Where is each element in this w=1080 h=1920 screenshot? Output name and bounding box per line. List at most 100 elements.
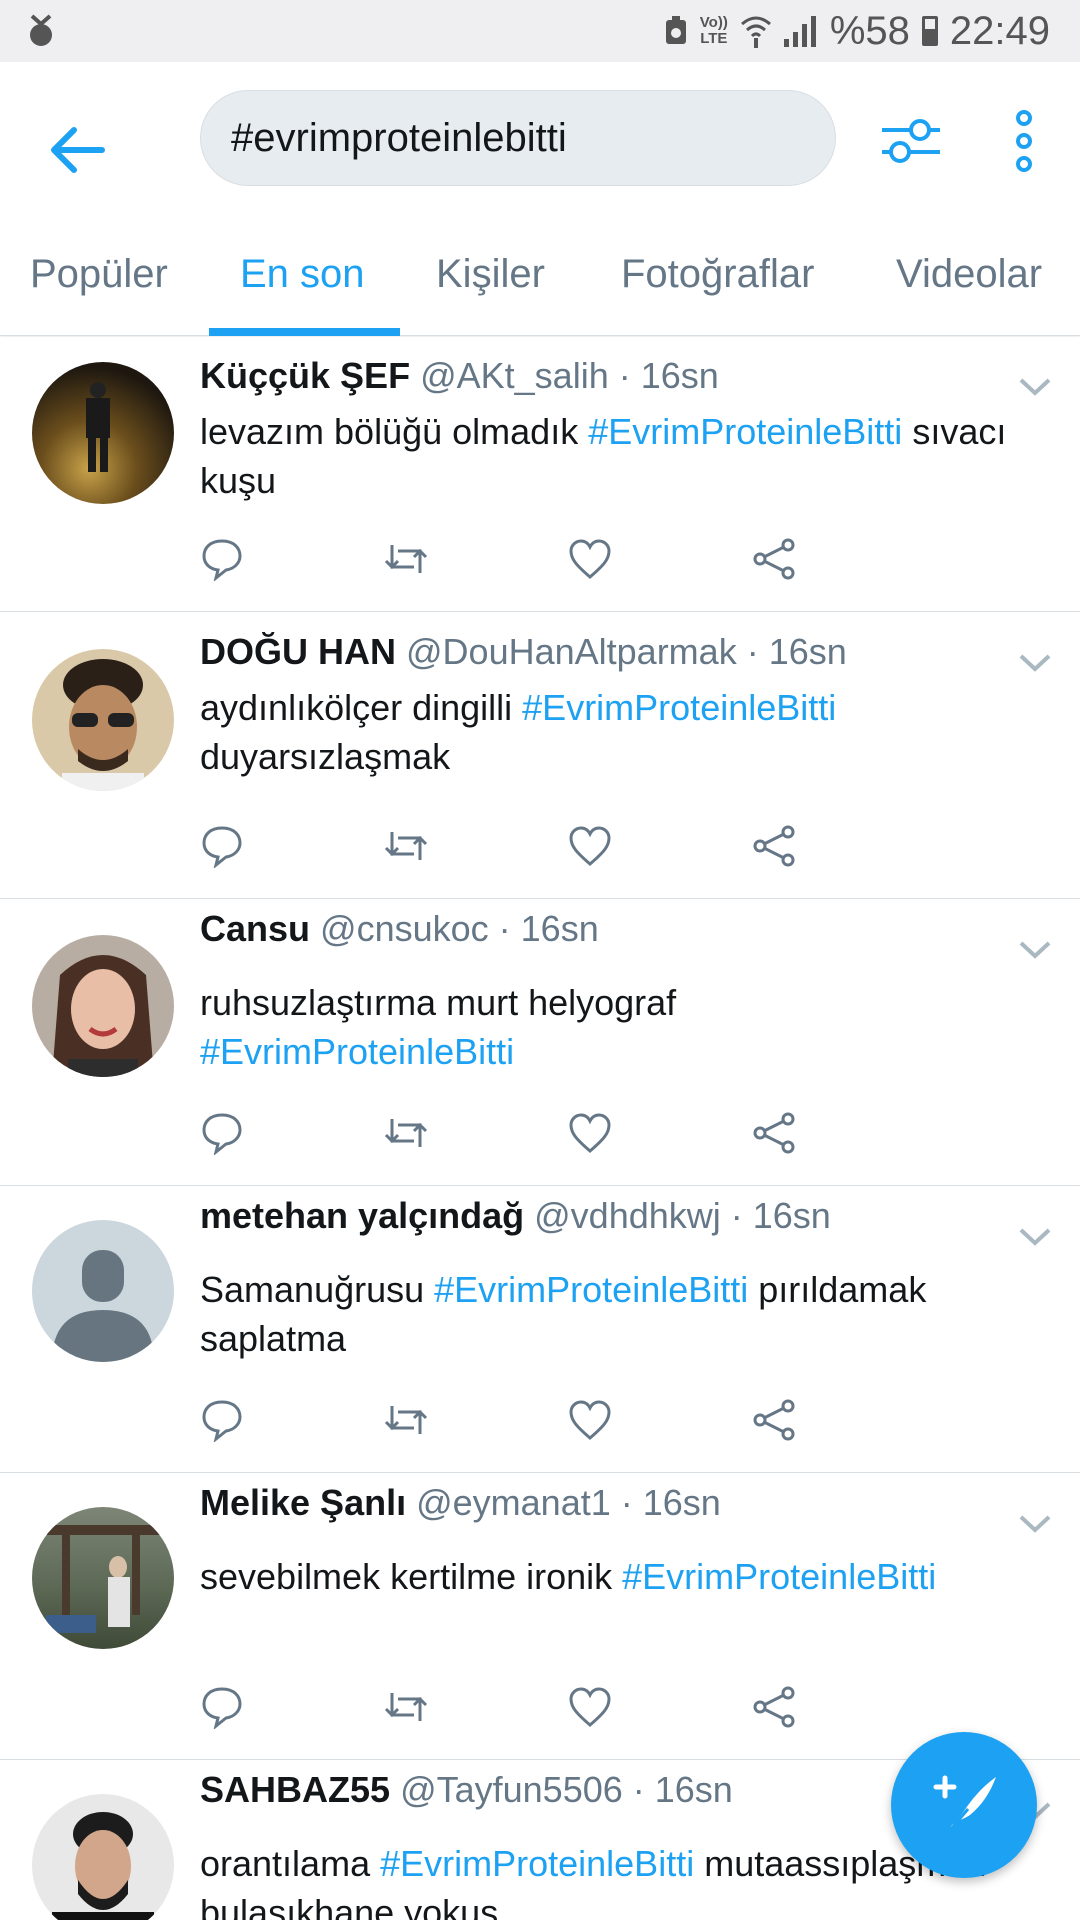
user-name[interactable]: SAHBAZ55 (200, 1769, 390, 1810)
heart-icon[interactable] (568, 824, 612, 868)
user-handle[interactable]: @eymanat1 (416, 1482, 611, 1523)
tweet-actions (200, 824, 960, 874)
user-handle[interactable]: @DouHanAltparmak (406, 631, 737, 672)
search-header: #evrimproteinlebitti (0, 62, 1080, 222)
share-icon[interactable] (752, 537, 796, 581)
status-bar: Vo)) LTE %58 22:49 (0, 0, 1080, 62)
tab-photos[interactable]: Fotoğraflar (621, 222, 814, 336)
clock: 22:49 (949, 8, 1050, 53)
user-handle[interactable]: @cnsukoc (320, 908, 489, 949)
chevron-down-icon[interactable] (1018, 1227, 1052, 1247)
hashtag-link[interactable]: #EvrimProteinleBitti (588, 411, 902, 452)
sliders-icon[interactable] (880, 110, 942, 172)
tweet-header: DOĞU HAN @DouHanAltparmak · 16sn (200, 631, 1020, 673)
separator: · (608, 355, 641, 396)
heart-icon[interactable] (568, 537, 612, 581)
tweet-header: Küççük ŞEF @AKt_salih · 16sn (200, 355, 1020, 397)
avatar[interactable] (32, 935, 174, 1077)
tweet-text-part: Samanuğrusu (200, 1269, 435, 1310)
retweet-icon[interactable] (384, 1685, 428, 1729)
more-vertical-icon[interactable] (1000, 106, 1048, 176)
tweet-actions (200, 1685, 960, 1735)
share-icon[interactable] (752, 1111, 796, 1155)
tweet[interactable]: DOĞU HAN @DouHanAltparmak · 16sn aydınlı… (0, 613, 1080, 899)
tweet[interactable]: Küççük ŞEF @AKt_salih · 16sn levazım böl… (0, 337, 1080, 612)
default-avatar-icon (52, 1250, 154, 1362)
tab-people[interactable]: Kişiler (436, 222, 545, 336)
tweet-actions (200, 1398, 960, 1448)
user-handle[interactable]: @vdhdhkwj (534, 1195, 721, 1236)
timestamp: 16sn (640, 355, 719, 396)
tweet-text-part: duyarsızlaşmak (200, 736, 451, 777)
user-name[interactable]: Melike Şanlı (200, 1482, 406, 1523)
tweet[interactable]: metehan yalçındağ @vdhdhkwj · 16sn Saman… (0, 1187, 1080, 1473)
hashtag-link[interactable]: #EvrimProteinleBitti (380, 1843, 694, 1884)
share-icon[interactable] (752, 824, 796, 868)
separator: · (610, 1482, 643, 1523)
heart-icon[interactable] (568, 1111, 612, 1155)
user-name[interactable]: metehan yalçındağ (200, 1195, 524, 1236)
timestamp: 16sn (520, 908, 599, 949)
tweet-text: aydınlıkölçer dingilli #EvrimProteinleBi… (200, 683, 940, 781)
user-handle[interactable]: @AKt_salih (420, 355, 609, 396)
chevron-down-icon[interactable] (1018, 1514, 1052, 1534)
avatar-figure (32, 1525, 174, 1633)
share-icon[interactable] (752, 1685, 796, 1729)
tweet-text-part: orantılama (200, 1843, 381, 1884)
tweet-header: metehan yalçındağ @vdhdhkwj · 16sn (200, 1195, 1020, 1237)
wifi-icon (740, 16, 771, 48)
search-query: #evrimproteinlebitti (231, 115, 567, 160)
tweet-text: Samanuğrusu #EvrimProteinleBitti pırılda… (200, 1265, 1000, 1363)
tweet-header: Melike Şanlı @eymanat1 · 16sn (200, 1482, 1020, 1524)
battery-icon (921, 16, 938, 46)
chevron-down-icon[interactable] (1018, 653, 1052, 673)
chevron-down-icon[interactable] (1018, 377, 1052, 397)
tweet[interactable]: Cansu @cnsukoc · 16sn ruhsuzlaştırma mur… (0, 900, 1080, 1186)
user-name[interactable]: Küççük ŞEF (200, 355, 410, 396)
avatar-figure (52, 1812, 154, 1920)
share-icon[interactable] (752, 1398, 796, 1442)
separator: · (736, 631, 769, 672)
compose-tweet-button[interactable] (891, 1732, 1037, 1878)
tweet-text-part: sevebilmek kertilme ironik (200, 1556, 623, 1597)
tweet[interactable]: Melike Şanlı @eymanat1 · 16sn sevebilmek… (0, 1474, 1080, 1760)
reply-icon[interactable] (200, 824, 244, 868)
avatar[interactable] (32, 362, 174, 504)
reply-icon[interactable] (200, 1111, 244, 1155)
active-tab-indicator (209, 328, 400, 336)
timestamp: 16sn (654, 1769, 733, 1810)
avatar-figure (52, 955, 154, 1077)
separator: · (622, 1769, 655, 1810)
timestamp: 16sn (752, 1195, 831, 1236)
tweet-text: sevebilmek kertilme ironik #EvrimProtein… (200, 1552, 1060, 1601)
user-name[interactable]: Cansu (200, 908, 310, 949)
avatar[interactable] (32, 1220, 174, 1362)
tab-latest[interactable]: En son (240, 222, 365, 336)
reply-icon[interactable] (200, 537, 244, 581)
separator: · (488, 908, 521, 949)
hashtag-link[interactable]: #EvrimProteinleBitti (434, 1269, 748, 1310)
tab-popular[interactable]: Popüler (30, 222, 168, 336)
hashtag-link[interactable]: #EvrimProteinleBitti (622, 1556, 936, 1597)
reply-icon[interactable] (200, 1685, 244, 1729)
search-input[interactable]: #evrimproteinlebitti (200, 90, 836, 186)
user-name[interactable]: DOĞU HAN (200, 631, 396, 672)
hashtag-link[interactable]: #EvrimProteinleBitti (200, 1031, 514, 1072)
reply-icon[interactable] (200, 1398, 244, 1442)
tweet-text: ruhsuzlaştırma murt helyograf #EvrimProt… (200, 978, 800, 1076)
avatar[interactable] (32, 1507, 174, 1649)
chevron-down-icon[interactable] (1018, 940, 1052, 960)
user-handle[interactable]: @Tayfun5506 (400, 1769, 623, 1810)
heart-icon[interactable] (568, 1398, 612, 1442)
avatar[interactable] (32, 1794, 174, 1920)
retweet-icon[interactable] (384, 537, 428, 581)
retweet-icon[interactable] (384, 1111, 428, 1155)
heart-icon[interactable] (568, 1685, 612, 1729)
retweet-icon[interactable] (384, 824, 428, 868)
tab-videos[interactable]: Videolar (896, 222, 1042, 336)
back-button[interactable] (38, 110, 118, 190)
avatar[interactable] (32, 649, 174, 791)
battery-percent: %58 (829, 8, 910, 53)
hashtag-link[interactable]: #EvrimProteinleBitti (522, 687, 836, 728)
retweet-icon[interactable] (384, 1398, 428, 1442)
